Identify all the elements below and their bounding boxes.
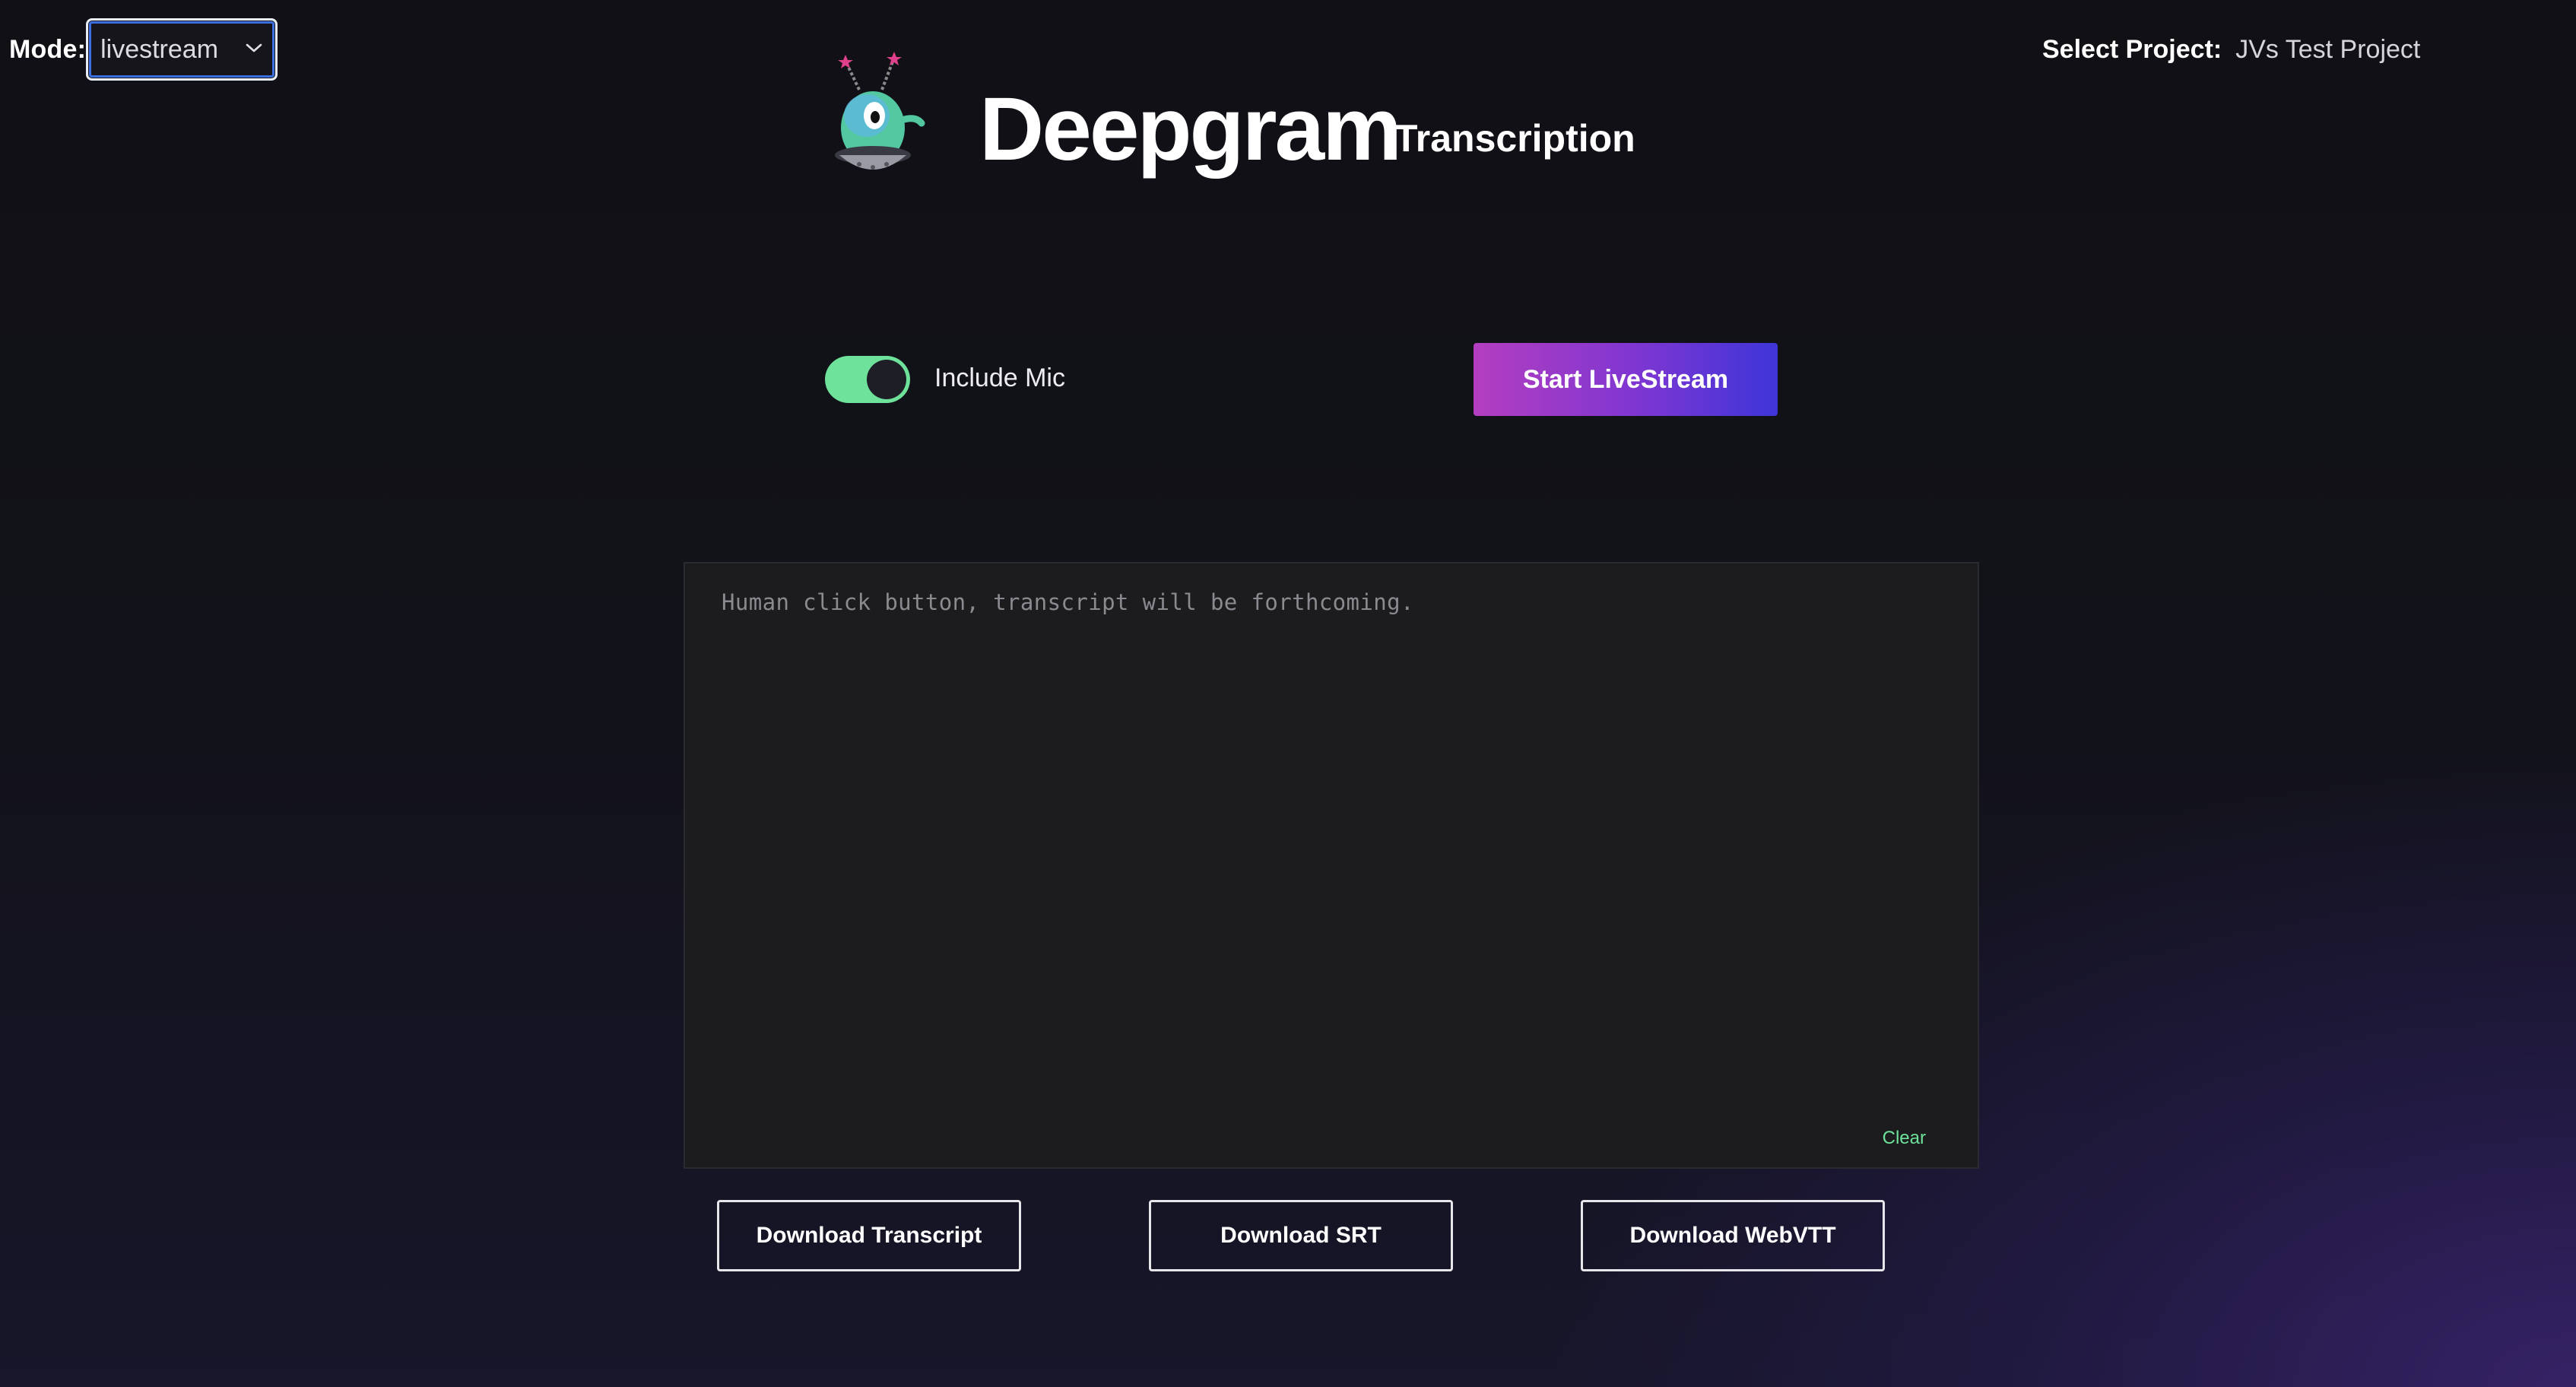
page-subtitle: Transcription [1394,117,1635,160]
transcript-textarea[interactable]: Human click button, transcript will be f… [684,562,1979,1169]
project-select-value[interactable]: JVs Test Project [2235,35,2420,65]
download-webvtt-button[interactable]: Download WebVTT [1581,1200,1885,1271]
transcript-placeholder: Human click button, transcript will be f… [722,589,1414,615]
download-transcript-button[interactable]: Download Transcript [717,1200,1021,1271]
mode-select[interactable]: livestream [86,18,278,81]
brand-wordmark: Deepgram [979,79,1402,179]
mode-select-value: livestream [100,34,219,64]
clear-button[interactable]: Clear [1883,1128,1926,1149]
chevron-down-icon [245,42,263,58]
project-selector[interactable]: Select Project: JVs Test Project [2042,35,2420,65]
include-mic-toggle[interactable] [825,356,910,403]
include-mic-label: Include Mic [934,363,1065,392]
download-srt-button[interactable]: Download SRT [1149,1200,1453,1271]
toggle-knob [867,360,906,399]
project-label: Select Project: [2042,35,2222,64]
mode-label: Mode: [9,34,87,64]
mascot-logo-icon [829,50,935,179]
start-livestream-button[interactable]: Start LiveStream [1474,343,1778,416]
mode-selector: Mode: livestream [9,17,278,82]
